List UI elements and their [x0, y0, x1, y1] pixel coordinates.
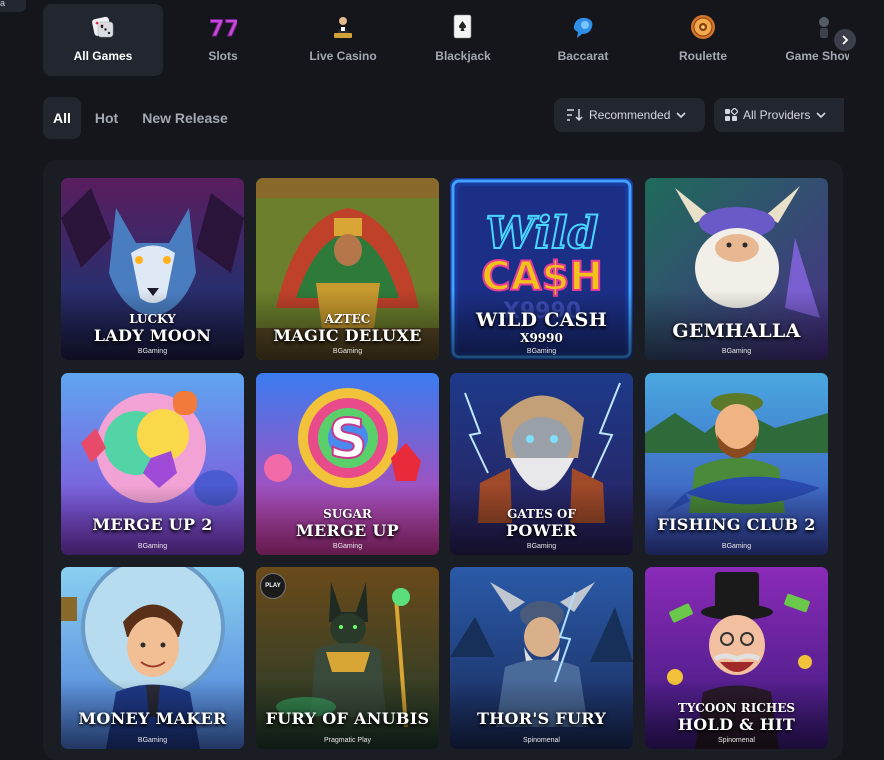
game-provider: BGaming — [332, 348, 363, 355]
chevron-down-icon — [816, 112, 826, 119]
game-tile[interactable]: TYCOON RICHES HOLD & HIT Spinomenal — [645, 567, 828, 749]
game-provider: BGaming — [137, 543, 168, 550]
game-subtitle: X9990 — [520, 331, 563, 345]
playing-card-icon — [449, 12, 477, 42]
game-tile[interactable]: Wild CA$H X9990 WILD CASH X9990 BGaming — [450, 178, 633, 360]
category-label: Game Shows — [785, 49, 849, 63]
sort-icon — [567, 109, 583, 122]
svg-text:Wild: Wild — [486, 208, 599, 259]
slots-777-icon: 77 — [209, 12, 237, 42]
game-subtitle: TYCOON RICHES — [677, 701, 796, 715]
game-title: FISHING CLUB 2 — [657, 515, 816, 534]
game-provider: BGaming — [332, 543, 363, 550]
game-tile[interactable]: THOR'S FURY Spinomenal — [450, 567, 633, 749]
game-title: FURY OF ANUBIS — [265, 709, 430, 728]
game-subtitle: SUGAR — [323, 507, 372, 521]
game-tile[interactable]: S SUGAR MERGE UP BGaming — [256, 373, 439, 555]
chevron-right-icon — [842, 35, 849, 45]
game-provider: BGaming — [721, 348, 752, 355]
providers-dropdown[interactable]: All Providers — [714, 98, 844, 132]
providers-label: All Providers — [743, 108, 811, 122]
game-subtitle: AZTEC — [324, 312, 371, 326]
dice-icon — [89, 12, 117, 42]
game-title: HOLD & HIT — [677, 715, 796, 734]
category-label: Baccarat — [557, 49, 609, 63]
game-subtitle: GATES OF — [507, 507, 576, 521]
game-tile[interactable]: MERGE UP 2 BGaming — [61, 373, 244, 555]
category-label: Live Casino — [309, 49, 377, 63]
game-subtitle: LUCKY — [129, 312, 176, 326]
game-title: WILD CASH — [476, 309, 607, 331]
category-label: All Games — [73, 49, 133, 63]
tab-hot[interactable]: Hot — [85, 97, 128, 139]
game-title: MERGE UP — [295, 521, 400, 540]
scroll-next-button[interactable] — [834, 29, 856, 51]
game-provider: BGaming — [526, 348, 557, 355]
game-provider: BGaming — [137, 737, 168, 744]
game-title: MERGE UP 2 — [92, 515, 213, 534]
game-provider: BGaming — [526, 543, 557, 550]
baccarat-chip-icon — [569, 12, 597, 42]
game-tile[interactable]: FISHING CLUB 2 BGaming — [645, 373, 828, 555]
game-title: GEMHALLA — [672, 320, 801, 342]
tab-all[interactable]: All — [43, 97, 81, 139]
category-baccarat[interactable]: Baccarat — [523, 4, 643, 76]
game-tile[interactable]: GEMHALLA BGaming — [645, 178, 828, 360]
category-slots[interactable]: 77 Slots — [163, 4, 283, 76]
game-provider: Pragmatic Play — [323, 737, 372, 744]
category-blackjack[interactable]: Blackjack — [403, 4, 523, 76]
chevron-down-icon — [676, 112, 686, 119]
game-tile[interactable]: PLAY FURY OF ANUBIS Pragmatic Play — [256, 567, 439, 749]
category-bar: All Games 77 Slots Live Casino Blackjack… — [43, 4, 849, 76]
game-provider: BGaming — [721, 543, 752, 550]
game-title: LADY MOON — [93, 326, 212, 345]
game-title: MAGIC DELUXE — [273, 326, 422, 345]
category-all-games[interactable]: All Games — [43, 4, 163, 76]
game-tile[interactable]: MONEY MAKER BGaming — [61, 567, 244, 749]
filter-tabs: All Hot New Release — [43, 97, 242, 139]
game-provider: Spinomenal — [718, 737, 755, 744]
game-title: MONEY MAKER — [78, 709, 227, 728]
tab-new-release[interactable]: New Release — [132, 97, 238, 139]
roulette-wheel-icon — [689, 12, 717, 42]
providers-icon — [725, 108, 738, 121]
category-label: Blackjack — [435, 49, 491, 63]
corner-tab[interactable]: a — [0, 0, 26, 12]
corner-label: a — [0, 0, 6, 8]
game-tile[interactable]: LUCKY LADY MOON BGaming — [61, 178, 244, 360]
game-title: POWER — [506, 521, 577, 540]
sort-label: Recommended — [589, 108, 671, 122]
pragmatic-play-badge: PLAY — [260, 573, 286, 599]
svg-text:S: S — [329, 407, 368, 470]
game-provider: BGaming — [137, 348, 168, 355]
category-label: Slots — [208, 49, 238, 63]
sort-dropdown[interactable]: Recommended — [554, 98, 705, 132]
category-roulette[interactable]: Roulette — [643, 4, 763, 76]
svg-text:77: 77 — [209, 17, 237, 40]
game-title: THOR'S FURY — [476, 709, 607, 728]
category-live-casino[interactable]: Live Casino — [283, 4, 403, 76]
game-tile[interactable]: GATES OF POWER BGaming — [450, 373, 633, 555]
game-tile[interactable]: AZTEC MAGIC DELUXE BGaming — [256, 178, 439, 360]
live-dealer-icon — [329, 12, 357, 42]
game-provider: Spinomenal — [523, 737, 560, 744]
game-show-icon — [809, 12, 837, 42]
category-label: Roulette — [679, 49, 727, 63]
